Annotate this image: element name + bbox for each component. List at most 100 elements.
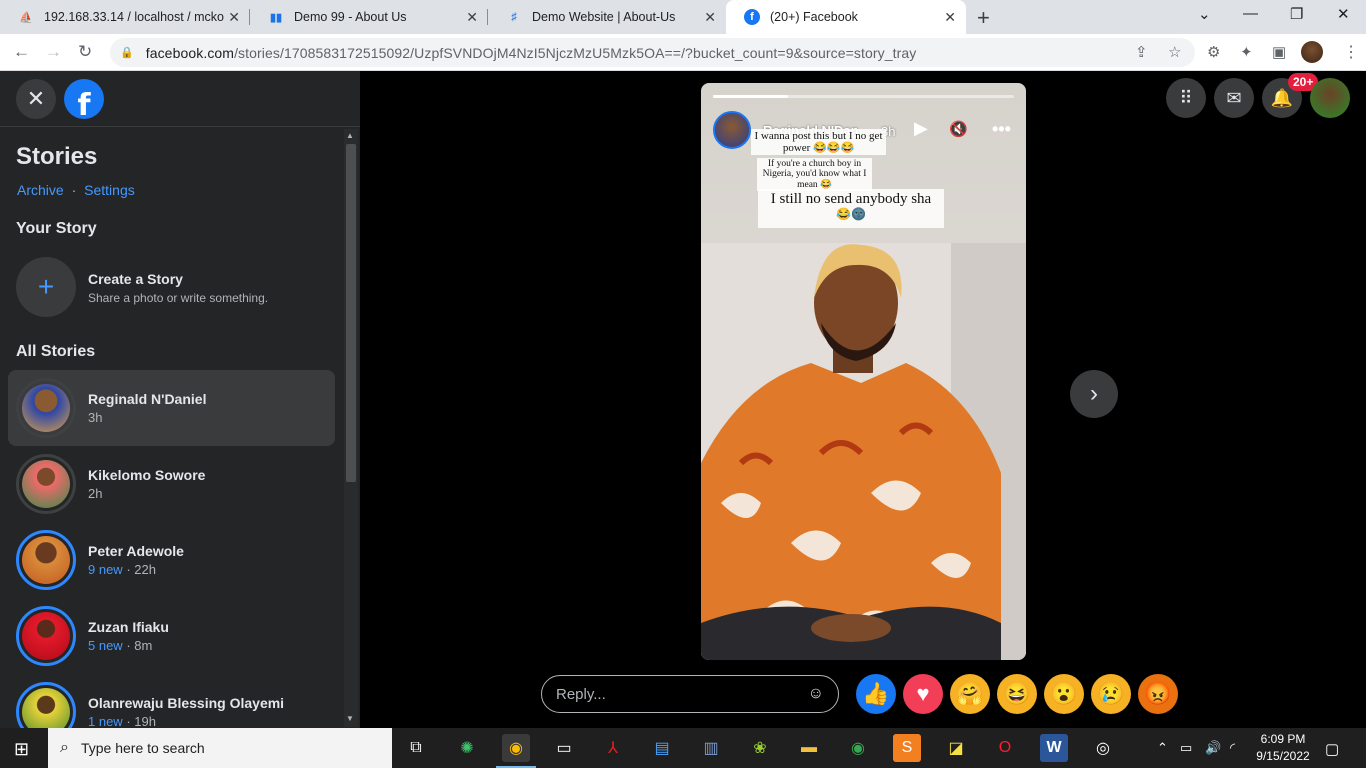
sad-reaction-icon[interactable]: 😢 [1091, 674, 1131, 714]
volume-icon[interactable]: 🔊 [1205, 740, 1221, 756]
close-tab-icon[interactable]: ✕ [466, 9, 478, 26]
haha-reaction-icon[interactable]: 😆 [997, 674, 1037, 714]
app-icon[interactable]: ✺ [453, 734, 481, 762]
acrobat-icon[interactable]: ⅄ [599, 734, 627, 762]
menu-grid-icon[interactable]: ⠿ [1166, 78, 1206, 118]
windows-taskbar: ⊞ ⌕ Type here to search ⧉ ✺ ◉ ▭ ⅄ ▤ ▥ ❀ … [0, 728, 1366, 768]
browser-tab-bar: ⛵ 192.168.33.14 / localhost / mckor ✕ ▮▮… [0, 0, 1366, 34]
new-tab-icon[interactable]: + [977, 5, 990, 31]
sidebar-links: Archive · Settings [17, 182, 135, 198]
tab-search-chevron-icon[interactable]: ⌄ [1198, 5, 1211, 23]
story-author-name: Kikelomo Sowore [88, 467, 206, 483]
tab-phpmyadmin[interactable]: ⛵ 192.168.33.14 / localhost / mckor ✕ [0, 0, 250, 34]
chrome-profile-icon[interactable]: ◉ [844, 734, 872, 762]
bookmark-star-icon[interactable]: ☆ [1168, 43, 1181, 61]
tab-label: Demo Website | About-Us [532, 10, 676, 24]
minimize-icon[interactable]: — [1243, 5, 1258, 22]
tab-demo99[interactable]: ▮▮ Demo 99 - About Us ✕ [250, 0, 488, 34]
windows-start-icon[interactable]: ⊞ [14, 739, 29, 760]
side-panel-icon[interactable]: ▣ [1272, 43, 1286, 61]
create-story-subtitle: Share a photo or write something. [88, 291, 269, 305]
sublime-icon[interactable]: S [893, 734, 921, 762]
battery-icon[interactable]: ▭ [1180, 740, 1192, 756]
play-icon[interactable]: ▶ [914, 118, 928, 139]
settings-link[interactable]: Settings [84, 182, 135, 198]
profile-avatar[interactable] [1301, 41, 1323, 63]
story-item[interactable]: Zuzan Ifiaku 5 new · 8m [8, 598, 335, 674]
visual-studio-icon[interactable]: ▥ [697, 734, 725, 762]
close-tab-icon[interactable]: ✕ [228, 9, 240, 26]
story-author-avatar[interactable] [713, 111, 751, 149]
file-explorer-icon[interactable]: ▬ [795, 734, 823, 762]
story-caption-emoji: 😂🌚 [836, 206, 866, 221]
word-icon[interactable]: W [1040, 734, 1068, 762]
story-item[interactable]: Kikelomo Sowore 2h [8, 446, 335, 522]
tab-label: 192.168.33.14 / localhost / mckor [44, 10, 224, 24]
reply-input[interactable]: Reply... ☺ [541, 675, 839, 713]
close-tab-icon[interactable]: ✕ [944, 9, 956, 26]
tab-demo-website[interactable]: ♯ Demo Website | About-Us ✕ [488, 0, 726, 34]
account-avatar[interactable] [1310, 78, 1350, 118]
extension-gear-icon[interactable]: ⚙ [1207, 43, 1220, 61]
tray-chevron-icon[interactable]: ⌃ [1157, 740, 1168, 756]
wifi-icon[interactable]: ◜ [1230, 740, 1235, 756]
url-text: facebook.com/stories/1708583172515092/Uz… [146, 45, 917, 61]
sticker-icon[interactable]: ☺ [808, 685, 824, 703]
avatar [16, 454, 76, 514]
story-caption: I still no send anybody sha [770, 191, 932, 207]
mute-icon[interactable]: 🔇 [949, 120, 968, 138]
close-tab-icon[interactable]: ✕ [704, 9, 716, 26]
story-item[interactable]: Reginald N'Daniel 3h [8, 370, 335, 446]
love-reaction-icon[interactable]: ♥ [903, 674, 943, 714]
close-icon[interactable]: ✕ [16, 79, 56, 119]
url-field[interactable]: 🔒 facebook.com/stories/1708583172515092/… [110, 38, 1195, 67]
restore-icon[interactable]: ❐ [1290, 5, 1303, 23]
next-story-chevron-icon[interactable]: › [1070, 370, 1118, 418]
tab-facebook[interactable]: f (20+) Facebook ✕ [726, 0, 966, 34]
outlook-icon[interactable]: ▤ [648, 734, 676, 762]
forward-arrow-icon[interactable]: → [45, 42, 62, 62]
terminal-icon[interactable]: ▭ [550, 734, 578, 762]
story-new-count: 1 new [88, 714, 123, 728]
link-separator: · [71, 182, 77, 198]
phpmyadmin-icon: ⛵ [19, 11, 33, 24]
create-story-title[interactable]: Create a Story [88, 271, 183, 287]
extensions-puzzle-icon[interactable]: ✦ [1240, 43, 1253, 61]
create-story-plus-icon[interactable]: + [16, 257, 76, 317]
archive-link[interactable]: Archive [17, 182, 64, 198]
sticky-notes-icon[interactable]: ◪ [942, 734, 970, 762]
obs-icon[interactable]: ◎ [1089, 734, 1117, 762]
care-reaction-icon[interactable]: 🤗 [950, 674, 990, 714]
chrome-icon[interactable]: ◉ [502, 734, 530, 762]
scroll-down-icon[interactable]: ▼ [346, 714, 354, 723]
reload-icon[interactable]: ↻ [78, 42, 92, 62]
close-window-icon[interactable]: ✕ [1337, 5, 1350, 23]
story-item[interactable]: Olanrewaju Blessing Olayemi 1 new · 19h [8, 674, 335, 728]
story-caption: I wanna post this but I no get power 😂😂😂 [751, 129, 886, 156]
story-meta: 5 new · 8m [88, 638, 153, 653]
share-icon[interactable]: ⇪ [1135, 43, 1148, 61]
stories-sidebar: ✕ f ▲ ▼ Stories Archive · Settings Your … [0, 71, 360, 728]
messenger-icon[interactable]: ✉ [1214, 78, 1254, 118]
wow-reaction-icon[interactable]: 😮 [1044, 674, 1084, 714]
menu-kebab-icon[interactable]: ⋮ [1343, 42, 1359, 62]
taskbar-search-field[interactable]: ⌕ Type here to search [48, 728, 392, 768]
task-view-icon[interactable]: ⧉ [402, 734, 430, 762]
app-icon[interactable]: ❀ [746, 734, 774, 762]
taskbar-clock[interactable]: 6:09 PM 9/15/2022 [1255, 731, 1311, 765]
scroll-up-icon[interactable]: ▲ [346, 131, 354, 140]
back-arrow-icon[interactable]: ← [13, 42, 30, 62]
avatar [16, 530, 76, 590]
like-reaction-icon[interactable]: 👍 [856, 674, 896, 714]
page-title: Stories [16, 143, 98, 170]
story-item[interactable]: Peter Adewole 9 new · 22h [8, 522, 335, 598]
opera-icon[interactable]: O [991, 734, 1019, 762]
story-card[interactable]: Reginald N'Dan... 3h ▶ 🔇 ••• I wanna pos… [701, 83, 1026, 660]
notification-center-icon[interactable]: ▢ [1325, 740, 1339, 758]
scrollbar-thumb[interactable] [346, 144, 356, 482]
story-new-count: 9 new [88, 562, 123, 577]
url-path: /stories/1708583172515092/UzpfSVNDOjM4Nz… [234, 44, 917, 61]
angry-reaction-icon[interactable]: 😡 [1138, 674, 1178, 714]
more-options-icon[interactable]: ••• [992, 119, 1011, 140]
facebook-logo[interactable]: f [64, 79, 104, 119]
